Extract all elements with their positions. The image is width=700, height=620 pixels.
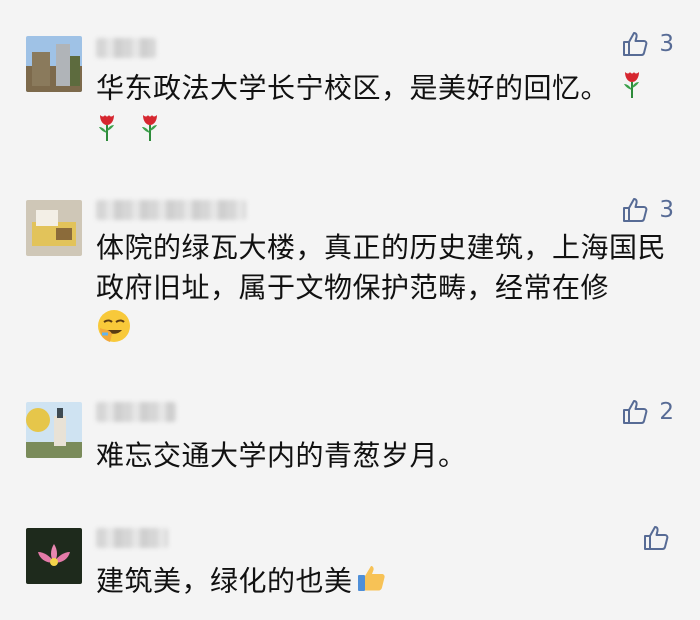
comment-text: 建筑美，绿化的也美 [96,560,676,605]
rose-icon [139,111,161,154]
rose-icon [621,68,643,111]
like-button[interactable]: 2 [621,398,674,426]
like-button[interactable]: 3 [621,196,674,224]
thumbs-up-outline-icon [623,32,648,56]
like-count: 3 [659,31,674,57]
avatar[interactable] [26,200,82,256]
like-count: 2 [659,399,674,425]
avatar-image [26,402,82,458]
avatar-image [26,200,82,256]
comment-text: 难忘交通大学内的青葱岁月。 [96,439,467,472]
comment-text: 华东政法大学长宁校区，是美好的回忆。 [96,68,676,154]
thumbs-up-icon [355,560,389,605]
username-blurred[interactable] [96,200,246,220]
thumbs-up-outline-icon [644,526,669,550]
avatar-image [26,36,82,92]
avatar[interactable] [26,36,82,92]
rose-icon [96,111,118,154]
avatar-image [26,528,82,584]
avatar[interactable] [26,402,82,458]
like-count: 3 [659,197,674,223]
like-button[interactable] [642,524,674,552]
thumbs-up-outline-icon [623,198,648,222]
comment-text: 体院的绿瓦大楼，真正的历史建筑，上海国民政府旧址，属于文物保护范畴，经常在修 [96,228,666,355]
username-blurred[interactable] [96,38,156,58]
username-blurred[interactable] [96,528,168,548]
avatar[interactable] [26,528,82,584]
thumbs-up-outline-icon [623,400,648,424]
like-button[interactable]: 3 [621,30,674,58]
facepalm-laugh-icon [96,308,132,355]
username-blurred[interactable] [96,402,176,422]
